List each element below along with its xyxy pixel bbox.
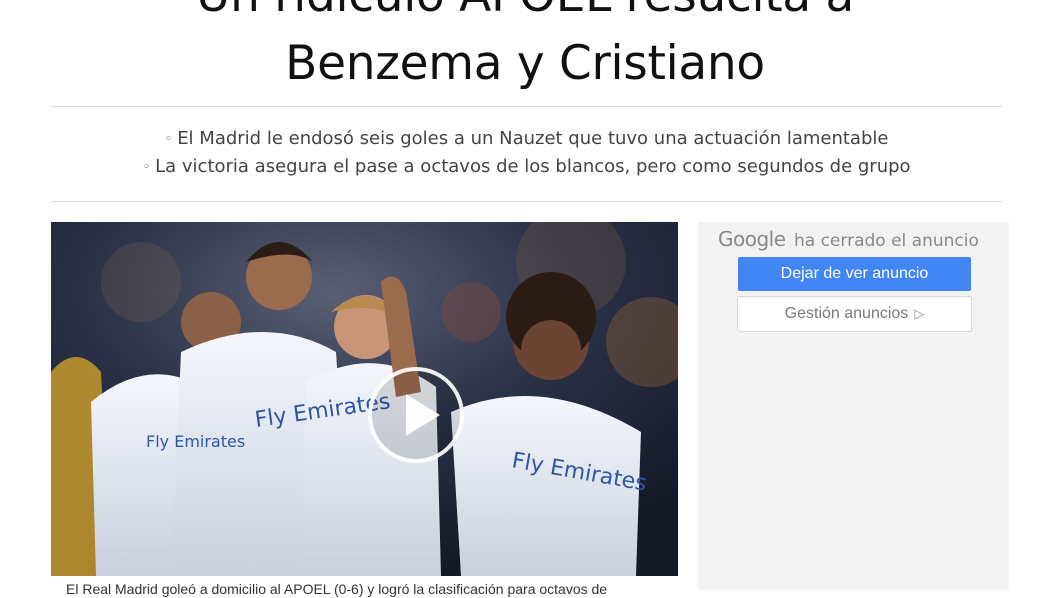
stop-seeing-ad-button[interactable]: Dejar de ver anuncio (738, 257, 971, 291)
video-player[interactable]: Fly Emirates Fly Emirates Fly Emirates (51, 222, 678, 576)
google-logo: Google (718, 227, 786, 251)
video-thumbnail-photo: Fly Emirates Fly Emirates Fly Emirates (51, 222, 678, 576)
headline-line-1: Un ridículo APOEL resucita a (0, 0, 1050, 30)
article-headline: Un ridículo APOEL resucita a Benzema y C… (0, 0, 1050, 98)
manage-ads-button[interactable]: Gestión anuncios ▷ (737, 296, 972, 332)
play-icon (406, 394, 440, 436)
adchoices-icon: ▷ (914, 306, 925, 321)
ad-panel: Google ha cerrado el anuncio Dejar de ve… (698, 222, 1009, 590)
summary-item: El Madrid le endosó seis goles a un Nauz… (51, 126, 1002, 154)
shirt-text: Fly Emirates (146, 432, 245, 451)
summary-item: La victoria asegura el pase a octavos de… (51, 154, 1002, 182)
divider-top (51, 106, 1002, 107)
ad-closed-text: ha cerrado el anuncio (793, 231, 979, 251)
ad-closed-notice: Google ha cerrado el anuncio (718, 227, 979, 251)
manage-ads-label: Gestión anuncios (784, 305, 909, 322)
play-button[interactable] (368, 367, 464, 463)
headline-line-2: Benzema y Cristiano (285, 36, 765, 91)
article-summary-list: El Madrid le endosó seis goles a un Nauz… (51, 126, 1002, 182)
divider-bottom (51, 201, 1002, 202)
photo-caption: El Real Madrid goleó a domicilio al APOE… (66, 581, 608, 597)
